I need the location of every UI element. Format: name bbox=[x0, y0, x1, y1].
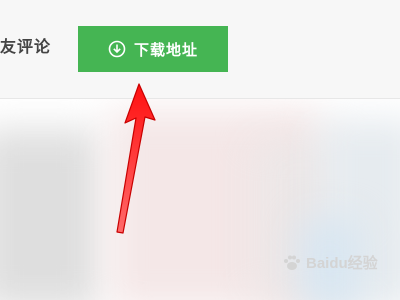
download-button[interactable]: 下载地址 bbox=[78, 26, 228, 72]
download-icon bbox=[108, 40, 126, 58]
tab-reviews[interactable]: 友评论 bbox=[0, 33, 51, 57]
blurred-card bbox=[0, 129, 100, 300]
download-button-label: 下载地址 bbox=[133, 40, 198, 59]
watermark-text: Baidu经验 bbox=[306, 255, 378, 272]
watermark: Baidu经验 bbox=[282, 252, 378, 273]
paw-icon bbox=[284, 255, 300, 270]
top-nav-bar: 友评论 下载地址 bbox=[0, 0, 400, 99]
